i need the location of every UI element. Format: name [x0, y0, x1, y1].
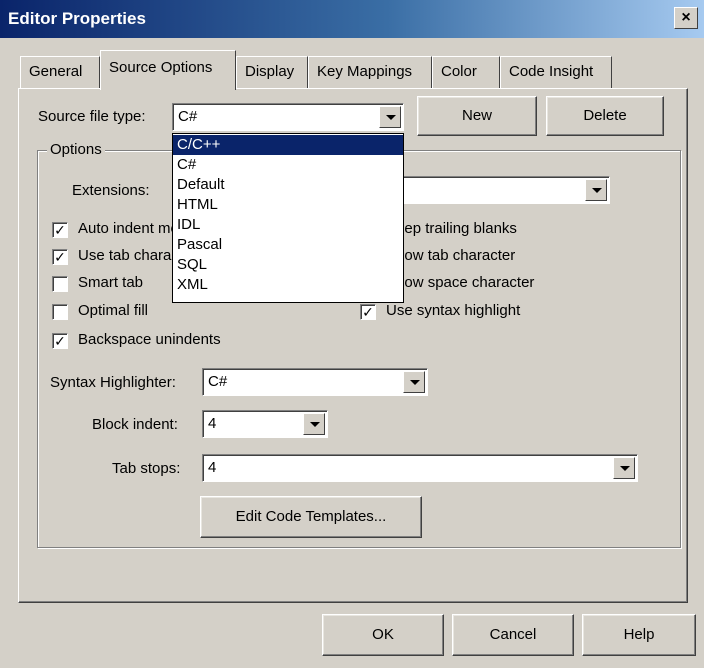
tab-source-options[interactable]: Source Options — [100, 50, 236, 90]
new-button[interactable]: New — [417, 96, 537, 136]
extensions-label: Extensions: — [72, 182, 150, 199]
dropdown-item[interactable]: Default — [173, 175, 403, 195]
chevron-down-icon[interactable] — [613, 457, 635, 479]
chevron-down-icon[interactable] — [379, 106, 401, 128]
smart-tab-checkbox[interactable] — [52, 276, 68, 292]
optimal-fill-label: Optimal fill — [78, 302, 149, 319]
dropdown-item[interactable]: HTML — [173, 195, 403, 215]
optimal-fill-checkbox[interactable] — [52, 304, 68, 320]
source-file-type-label: Source file type: — [38, 108, 146, 125]
source-file-type-combo[interactable]: C# — [172, 103, 404, 131]
window-title: Editor Properties — [8, 9, 146, 28]
dropdown-item[interactable]: C# — [173, 155, 403, 175]
chevron-down-icon[interactable] — [303, 413, 325, 435]
options-group-title: Options — [47, 141, 105, 158]
source-file-type-dropdown: C/C++ C# Default HTML IDL Pascal SQL XML — [172, 133, 404, 303]
auto-indent-checkbox[interactable]: ✓ — [52, 222, 68, 238]
dropdown-item[interactable]: IDL — [173, 215, 403, 235]
smart-tab-label: Smart tab — [78, 274, 144, 291]
dropdown-item[interactable]: XML — [173, 275, 403, 295]
dropdown-item[interactable]: Pascal — [173, 235, 403, 255]
use-syntax-highlight-label: Use syntax highlight — [386, 302, 521, 319]
title-bar: Editor Properties × — [0, 0, 704, 38]
source-file-type-value: C# — [178, 108, 198, 125]
delete-button[interactable]: Delete — [546, 96, 664, 136]
tab-code-insight[interactable]: Code Insight — [500, 56, 612, 88]
tab-display[interactable]: Display — [236, 56, 308, 88]
close-button[interactable]: × — [674, 7, 698, 29]
syntax-highlighter-label: Syntax Highlighter: — [50, 374, 176, 391]
tab-stops-combo[interactable]: 4 — [202, 454, 638, 482]
syntax-highlighter-combo[interactable]: C# — [202, 368, 428, 396]
block-indent-combo[interactable]: 4 — [202, 410, 328, 438]
show-space-character-label: Show space character — [386, 274, 535, 291]
edit-code-templates-button[interactable]: Edit Code Templates... — [200, 496, 422, 538]
dropdown-item[interactable]: C/C++ — [173, 135, 403, 155]
ok-button[interactable]: OK — [322, 614, 444, 656]
syntax-highlighter-value: C# — [208, 373, 228, 390]
use-tab-character-checkbox[interactable]: ✓ — [52, 249, 68, 265]
backspace-unindents-checkbox[interactable]: ✓ — [52, 333, 68, 349]
tab-stops-label: Tab stops: — [112, 460, 181, 477]
chevron-down-icon[interactable] — [585, 179, 607, 201]
block-indent-value: 4 — [208, 415, 217, 432]
tab-general[interactable]: General — [20, 56, 100, 88]
tab-key-mappings[interactable]: Key Mappings — [308, 56, 432, 88]
block-indent-label: Block indent: — [92, 416, 178, 433]
chevron-down-icon[interactable] — [403, 371, 425, 393]
help-button[interactable]: Help — [582, 614, 696, 656]
backspace-unindents-label: Backspace unindents — [78, 331, 221, 348]
tab-stops-value: 4 — [208, 459, 217, 476]
use-syntax-highlight-checkbox[interactable]: ✓ — [360, 304, 376, 320]
keep-trailing-blanks-label: Keep trailing blanks — [386, 220, 517, 237]
cancel-button[interactable]: Cancel — [452, 614, 574, 656]
show-tab-character-label: Show tab character — [386, 247, 516, 264]
dropdown-item[interactable]: SQL — [173, 255, 403, 275]
tab-color[interactable]: Color — [432, 56, 500, 88]
